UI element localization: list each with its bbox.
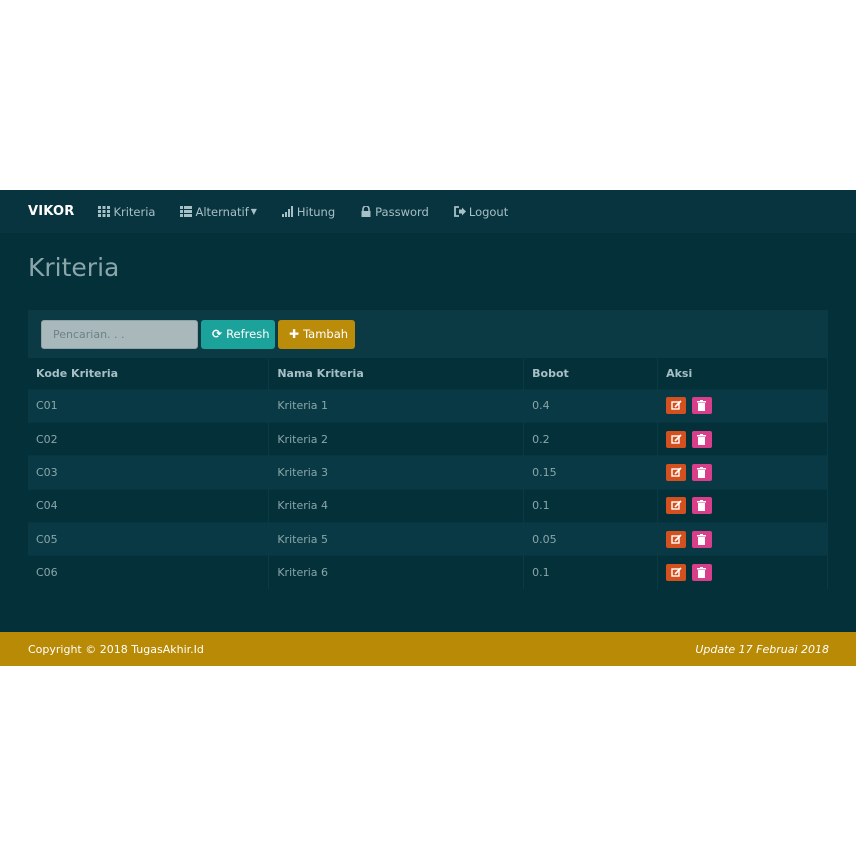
edit-button[interactable]	[666, 530, 687, 548]
cell-kode: C04	[28, 488, 270, 523]
edit-button[interactable]	[666, 397, 687, 415]
trash-icon	[697, 500, 707, 512]
delete-button[interactable]	[691, 564, 712, 582]
column-header: Bobot	[523, 358, 659, 389]
page-title: Kriteria	[28, 253, 120, 282]
delete-button[interactable]	[691, 530, 712, 548]
lock-icon	[361, 206, 371, 217]
nav-item-label: Password	[375, 204, 429, 219]
nav-item-password[interactable]: Password	[360, 205, 429, 219]
edit-button[interactable]	[666, 564, 687, 582]
trash-icon	[697, 433, 707, 445]
table-header-row: Kode Kriteria Nama Kriteria Bobot Aksi	[28, 358, 828, 389]
column-header: Aksi	[657, 358, 828, 389]
cell-bobot: 0.05	[523, 522, 659, 556]
nav-item-label: Alternatif	[195, 204, 249, 219]
cell-nama: Kriteria 6	[268, 555, 525, 590]
nav-item-hitung[interactable]: Hitung	[281, 204, 336, 219]
cell-aksi	[657, 488, 828, 523]
nav-item-label: Hitung	[296, 204, 336, 219]
grid-icon	[98, 206, 111, 217]
edit-button[interactable]	[666, 430, 687, 448]
kriteria-table: Kode Kriteria Nama Kriteria Bobot Aksi C…	[28, 358, 828, 590]
search-input[interactable]: Pencarian. . .	[41, 319, 198, 349]
cell-kode: C03	[28, 455, 270, 490]
refresh-button[interactable]: ⟳ Refresh	[201, 319, 275, 349]
table-row: C06 Kriteria 6 0.1	[28, 555, 828, 590]
main-content: Kriteria Pencarian. . . ⟳ Refresh ✚ Tamb…	[0, 253, 856, 590]
trash-icon	[697, 400, 707, 412]
refresh-label: Refresh	[226, 327, 270, 341]
edit-icon	[670, 534, 682, 544]
list-icon	[180, 206, 193, 217]
logout-icon	[453, 206, 466, 217]
table-row: C05 Kriteria 5 0.05	[28, 522, 828, 556]
table-row: C03 Kriteria 3 0.15	[28, 455, 828, 490]
column-header: Nama Kriteria	[268, 358, 525, 389]
footer: Copyright © 2018 TugasAkhir.Id Update 17…	[0, 632, 856, 666]
table-row: C04 Kriteria 4 0.1	[28, 488, 828, 523]
cell-aksi	[657, 522, 828, 556]
table-row: C02 Kriteria 2 0.2	[28, 421, 828, 456]
refresh-icon: ⟳	[212, 327, 223, 341]
cell-aksi	[657, 555, 828, 590]
brand-logo[interactable]: VIKOR	[28, 204, 74, 219]
trash-icon	[697, 567, 707, 579]
nav-item-kriteria[interactable]: Kriteria	[98, 205, 155, 219]
cell-bobot: 0.1	[523, 488, 659, 523]
cell-bobot: 0.1	[523, 555, 659, 590]
app-window: VIKOR Kriteria Alternatif ▼ Hitung Passw…	[0, 190, 856, 666]
edit-icon	[670, 567, 682, 578]
nav-item-label: Logout	[468, 204, 509, 219]
tambah-label: Tambah	[303, 327, 349, 341]
delete-button[interactable]	[691, 430, 712, 448]
caret-down-icon: ▼	[250, 207, 257, 216]
cell-nama: Kriteria 2	[268, 421, 525, 456]
table-row: C01 Kriteria 1 0.4	[28, 388, 828, 423]
cell-nama: Kriteria 1	[268, 388, 525, 423]
plus-icon: ✚	[289, 327, 300, 341]
delete-button[interactable]	[691, 463, 712, 481]
cell-nama: Kriteria 5	[268, 522, 525, 556]
signal-icon	[281, 206, 293, 217]
cell-nama: Kriteria 3	[268, 455, 525, 490]
edit-icon	[670, 500, 682, 511]
nav-item-alternatif[interactable]: Alternatif ▼	[180, 204, 257, 219]
edit-icon	[670, 400, 682, 410]
cell-bobot: 0.2	[523, 421, 659, 456]
edit-button[interactable]	[666, 497, 687, 515]
trash-icon	[697, 533, 707, 545]
footer-copyright: Copyright © 2018 TugasAkhir.Id	[28, 642, 204, 656]
cell-aksi	[657, 455, 828, 490]
cell-kode: C01	[28, 388, 270, 423]
cell-kode: C02	[28, 421, 270, 456]
nav-item-label: Kriteria	[113, 204, 156, 219]
edit-icon	[670, 467, 682, 477]
delete-button[interactable]	[691, 397, 712, 415]
cell-kode: C06	[28, 555, 270, 590]
trash-icon	[697, 466, 707, 478]
cell-bobot: 0.15	[523, 455, 659, 490]
navbar: VIKOR Kriteria Alternatif ▼ Hitung Passw…	[0, 190, 856, 233]
edit-icon	[670, 434, 682, 444]
cell-nama: Kriteria 4	[268, 488, 525, 523]
delete-button[interactable]	[691, 497, 712, 515]
cell-bobot: 0.4	[523, 388, 659, 423]
tambah-button[interactable]: ✚ Tambah	[278, 319, 355, 349]
kriteria-panel: Pencarian. . . ⟳ Refresh ✚ Tambah Kode K…	[28, 310, 828, 590]
edit-button[interactable]	[666, 463, 687, 481]
column-header: Kode Kriteria	[28, 358, 270, 389]
footer-update: Update 17 Februai 2018	[695, 642, 829, 656]
toolbar: Pencarian. . . ⟳ Refresh ✚ Tambah	[28, 310, 828, 358]
cell-kode: C05	[28, 522, 270, 556]
nav-item-logout[interactable]: Logout	[453, 204, 509, 219]
cell-aksi	[657, 388, 828, 423]
cell-aksi	[657, 421, 828, 456]
